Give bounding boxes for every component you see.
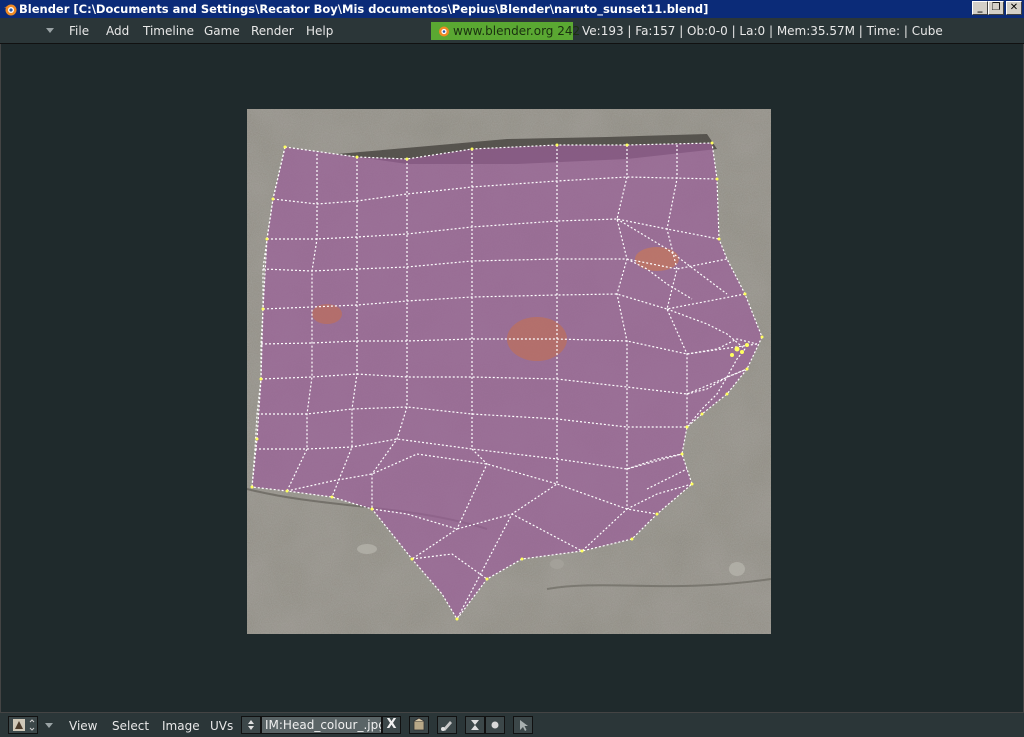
window-title: Blender [C:\Documents and Settings\Recat… <box>19 2 709 16</box>
close-button[interactable]: ✕ <box>1006 1 1022 15</box>
menu-select[interactable]: Select <box>112 719 149 733</box>
maximize-button[interactable]: ❐ <box>988 1 1004 15</box>
image-browse-button[interactable] <box>241 716 261 734</box>
title-bar[interactable]: Blender [C:\Documents and Settings\Recat… <box>0 0 1024 18</box>
blender-window: Blender [C:\Documents and Settings\Recat… <box>0 0 1024 737</box>
package-icon <box>413 717 425 731</box>
editor-type-selector[interactable] <box>8 716 38 734</box>
menu-view[interactable]: View <box>69 719 97 733</box>
lock-view-button[interactable] <box>513 716 533 734</box>
uv-image-editor-viewport[interactable] <box>0 44 1024 712</box>
menu-uvs[interactable]: UVs <box>210 719 233 733</box>
cursor-icon <box>520 720 528 731</box>
menu-image[interactable]: Image <box>162 719 200 733</box>
blender-logo-icon <box>4 4 17 16</box>
image-name-field[interactable]: IM:Head_colour_.jpg <box>261 716 382 734</box>
blender-logo-icon <box>439 26 449 37</box>
menu-game[interactable]: Game <box>204 24 240 38</box>
texture-paint-button[interactable] <box>437 716 457 734</box>
chevron-down-icon[interactable] <box>46 28 54 33</box>
sticky-uv-button[interactable] <box>465 716 485 734</box>
menu-render[interactable]: Render <box>251 24 294 38</box>
hourglass-icon <box>471 720 479 730</box>
minimize-button[interactable]: _ <box>972 1 988 15</box>
brush-icon <box>441 721 452 731</box>
blender-org-link[interactable]: www.blender.org 242 <box>431 22 580 40</box>
menu-add[interactable]: Add <box>106 24 129 38</box>
uv-editor-header: View Select Image UVs IM:Head_colour_.jp… <box>0 712 1024 737</box>
unlink-image-button[interactable]: X <box>382 716 401 734</box>
menu-help[interactable]: Help <box>306 24 333 38</box>
uv-editor-icon <box>13 719 35 731</box>
chevron-down-icon[interactable] <box>45 723 53 728</box>
dot-icon <box>491 721 499 729</box>
uv-texture-canvas[interactable] <box>247 109 771 634</box>
pack-image-button[interactable] <box>409 716 429 734</box>
menu-timeline[interactable]: Timeline <box>143 24 194 38</box>
menu-file[interactable]: File <box>69 24 89 38</box>
scene-stats: Ve:193 | Fa:157 | Ob:0-0 | La:0 | Mem:35… <box>582 24 943 38</box>
uv-select-mode-button[interactable] <box>485 716 505 734</box>
up-down-arrows-icon <box>248 720 254 730</box>
info-header: File Add Timeline Game Render Help www.b… <box>0 18 1024 44</box>
blender-link-label: www.blender.org 242 <box>453 24 581 38</box>
